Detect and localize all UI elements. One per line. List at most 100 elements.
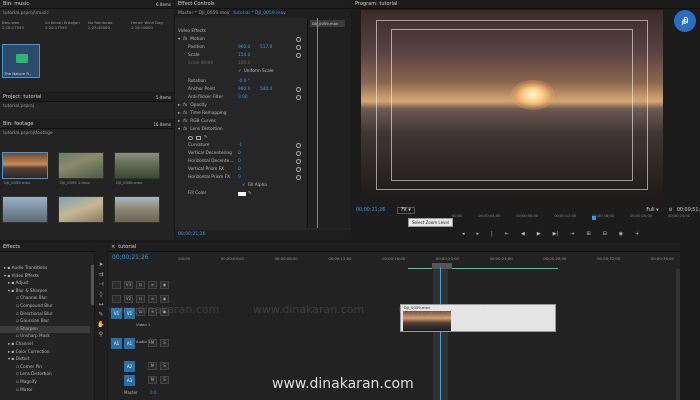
fill-alpha-row[interactable]: ✓ Fill Alpha xyxy=(178,182,348,189)
source-patch[interactable] xyxy=(112,295,121,303)
track-label[interactable]: A2 xyxy=(124,361,135,372)
param-value-2[interactable]: 517.0 xyxy=(260,45,272,50)
param-value[interactable]: 960.0 xyxy=(238,45,260,50)
param-horizontal-decentering[interactable]: Horizontal Decente... 0 xyxy=(178,158,348,165)
program-video-frame[interactable] xyxy=(361,10,663,200)
reset-icon[interactable] xyxy=(296,159,301,164)
motion-effect-row[interactable]: ▾ fx Motion xyxy=(178,36,348,43)
slip-tool-icon[interactable]: ↔ xyxy=(95,301,107,308)
lift-icon[interactable]: ⊞ xyxy=(586,231,590,237)
checkbox-checked-icon[interactable]: ✓ xyxy=(238,69,242,74)
effects-folder[interactable]: ▾ ▪ Blur & Sharpen xyxy=(0,288,90,296)
reset-icon[interactable] xyxy=(296,37,301,42)
go-to-in-icon[interactable]: ⇤ xyxy=(505,231,509,237)
ec-timecode[interactable]: 00;00;21;26 xyxy=(178,232,205,237)
sync-lock-icon[interactable]: ≡ xyxy=(148,295,157,303)
hand-tool-icon[interactable]: ✋ xyxy=(95,321,107,328)
uniform-scale-row[interactable]: ✓ Uniform Scale xyxy=(178,68,348,75)
go-to-out-icon[interactable]: ⇥ xyxy=(570,231,574,237)
chevron-right-icon[interactable]: ▸ xyxy=(178,111,180,116)
reset-icon[interactable] xyxy=(296,167,301,172)
effects-item[interactable]: ▫ Directional Blur xyxy=(0,311,90,319)
effects-folder[interactable]: ▾ ▪ Distort xyxy=(0,356,90,364)
solo-button[interactable]: S xyxy=(160,362,169,370)
footage-thumb[interactable] xyxy=(2,196,48,223)
settings-wrench-icon[interactable]: ⚙ xyxy=(669,208,673,213)
param-vertical-prism[interactable]: Vertical Prism FX 0 xyxy=(178,166,348,173)
eye-icon[interactable]: ◉ xyxy=(160,281,169,289)
effects-scrollbar[interactable] xyxy=(91,265,94,305)
param-value-2[interactable]: 540.0 xyxy=(260,87,272,92)
effects-folder[interactable]: ▸ ▪ Color Correction xyxy=(0,349,90,357)
param-value[interactable]: 960.0 xyxy=(238,87,260,92)
track-label[interactable]: A1 xyxy=(124,338,135,349)
param-value[interactable]: 154.0 xyxy=(238,53,250,58)
checkbox-checked-icon[interactable]: ✓ xyxy=(242,183,246,188)
eye-icon[interactable]: ◉ xyxy=(160,295,169,303)
pen-tool-icon[interactable]: ✎ xyxy=(95,311,107,318)
param-anti-flicker[interactable]: Anti-flicker Filter 0.00 xyxy=(178,94,348,101)
music-item[interactable]: Ali Kenan Erdoğan 2:20:17594 xyxy=(45,20,86,42)
param-value[interactable]: 0 xyxy=(238,159,241,164)
effects-item[interactable]: ▫ Channel Blur xyxy=(0,295,90,303)
effects-item[interactable]: ▫ Mirror xyxy=(0,387,90,395)
mute-button[interactable]: M xyxy=(148,376,157,384)
bin-music-header[interactable]: Bin: music 6 Items xyxy=(0,0,174,9)
pen-mask-icon[interactable]: ✎ xyxy=(204,135,208,140)
rectangle-mask-icon[interactable] xyxy=(196,135,201,140)
bin-footage-header[interactable]: Bin: footage 16 Items xyxy=(0,120,174,129)
close-icon[interactable]: × xyxy=(111,244,115,250)
color-swatch[interactable] xyxy=(238,191,246,196)
music-item[interactable]: Bleu.wav 2:18:17593 xyxy=(2,20,43,42)
work-area-bar[interactable] xyxy=(408,268,558,269)
play-icon[interactable]: ▶ xyxy=(537,231,541,237)
track-select-tool-icon[interactable]: ⇉ xyxy=(95,271,107,278)
reset-icon[interactable] xyxy=(296,175,301,180)
project-header[interactable]: Project: tutorial 5 Items xyxy=(0,93,174,102)
razor-tool-icon[interactable]: ◊ xyxy=(95,291,107,298)
footage-thumb[interactable]: DJI_0059 1.mov xyxy=(58,152,104,185)
music-item-selected[interactable]: The Nature R... xyxy=(2,44,40,78)
timeline-vertical-scrollbar[interactable] xyxy=(676,269,680,400)
sequence-tab[interactable]: tutorial * DJI_0059.mov xyxy=(234,11,286,16)
master-value[interactable]: 0.0 xyxy=(150,390,156,395)
source-patch-a1[interactable]: A1 xyxy=(111,338,122,349)
param-anchor-point[interactable]: Anchor Point 960.0 540.0 xyxy=(178,86,348,93)
sync-lock-icon[interactable]: ≡ xyxy=(148,281,157,289)
step-forward-icon[interactable]: ▶| xyxy=(553,231,559,237)
timeline-timecode[interactable]: 00;00;21;26 xyxy=(112,254,149,261)
time-remapping-row[interactable]: ▸ fx Time Remapping xyxy=(178,110,348,117)
effects-folder[interactable]: ▾ ▪ Video Effects xyxy=(0,273,90,281)
timeline-ruler[interactable]: :00;00 00;00;04;00 00;00;08;00 00;00;12;… xyxy=(178,256,680,265)
effects-folder[interactable]: ▸ ▪ Audio Transitions xyxy=(0,265,90,273)
opacity-effect-row[interactable]: ▸ fx Opacity xyxy=(178,102,348,109)
effects-item[interactable]: ▫ Compound Blur xyxy=(0,303,90,311)
param-value[interactable]: 0 xyxy=(238,167,241,172)
add-marker-icon[interactable]: | xyxy=(491,231,493,237)
effects-item[interactable]: ▫ Magnify xyxy=(0,379,90,387)
lock-icon[interactable]: ⊡ xyxy=(136,295,145,303)
param-curvature[interactable]: Curvature -1 xyxy=(178,142,348,149)
param-vertical-decentering[interactable]: Vertical Decentering 0 xyxy=(178,150,348,157)
step-back-icon[interactable]: ◀ xyxy=(521,231,525,237)
footage-thumb[interactable]: DJI_0058.mov xyxy=(114,152,160,185)
reset-icon[interactable] xyxy=(296,45,301,50)
effects-folder[interactable]: ▸ ▪ Adjust xyxy=(0,280,90,288)
selection-tool-icon[interactable]: ➤ xyxy=(95,261,107,268)
param-value[interactable]: 0 xyxy=(238,175,241,180)
param-value[interactable]: -0.0 ° xyxy=(238,79,250,84)
add-button-icon[interactable]: + xyxy=(635,231,639,237)
music-item[interactable]: No Rainbows 2:23:45000 xyxy=(88,20,129,42)
track-label[interactable]: V3 xyxy=(124,281,133,289)
track-label[interactable]: V2 xyxy=(124,295,133,303)
param-value[interactable]: 0.00 xyxy=(238,95,248,100)
zoom-level-dropdown[interactable]: Fit ▾ xyxy=(397,206,415,214)
lock-icon[interactable]: ⊡ xyxy=(136,281,145,289)
track-label[interactable]: A3 xyxy=(124,375,135,386)
effect-controls-header[interactable]: Effect Controls xyxy=(175,0,351,9)
mute-button[interactable]: M xyxy=(148,362,157,370)
param-position[interactable]: Position 960.0 517.0 xyxy=(178,44,348,51)
zoom-tool-icon[interactable]: ⚲ xyxy=(95,331,107,338)
source-tab[interactable]: Master * DJI_0059.mov xyxy=(178,11,230,16)
chevron-down-icon[interactable]: ▾ xyxy=(178,37,180,42)
